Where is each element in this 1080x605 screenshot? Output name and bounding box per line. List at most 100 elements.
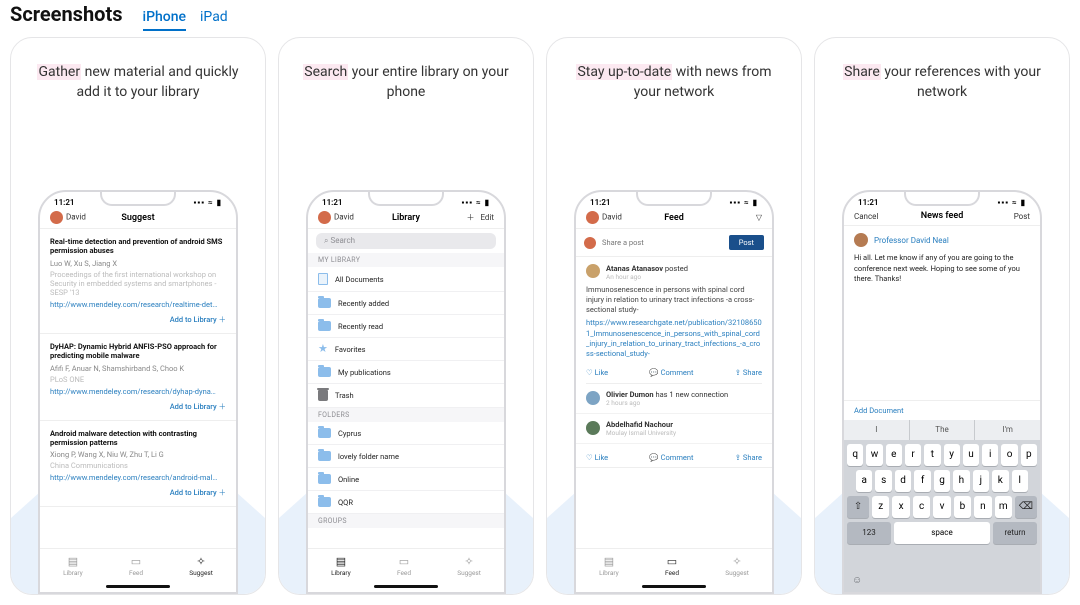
key[interactable]: k	[992, 470, 1008, 492]
key[interactable]: g	[934, 470, 950, 492]
feed-link[interactable]: https://www.researchgate.net/publication…	[586, 318, 762, 359]
library-row-trash[interactable]: Trash	[308, 384, 504, 408]
suggest-item[interactable]: DyHAP: Dynamic Hybrid ANFIS-PSO approach…	[40, 334, 236, 421]
key[interactable]: v	[933, 496, 950, 518]
feed-item[interactable]: Atanas Atanasov posted An hour ago Immun…	[576, 257, 772, 384]
key[interactable]: j	[973, 470, 989, 492]
post-button[interactable]: Post	[990, 212, 1030, 221]
like-button[interactable]: ♡ Like	[586, 368, 608, 377]
tab-library[interactable]: ▤Library	[331, 555, 351, 592]
add-to-library-button[interactable]: Add to Library ＋	[50, 314, 226, 325]
folder-row[interactable]: Cyprus	[308, 422, 504, 445]
folder-icon	[318, 428, 331, 438]
add-button[interactable]: ＋	[466, 213, 474, 222]
suggest-item[interactable]: Real-time detection and prevention of an…	[40, 229, 236, 334]
share-post-input[interactable]	[602, 238, 723, 247]
tab-library[interactable]: ▤Library	[63, 555, 83, 592]
feed-avatar	[586, 264, 600, 278]
like-button[interactable]: ♡ Like	[586, 453, 608, 462]
tab-suggest[interactable]: ✧Suggest	[725, 555, 749, 592]
filter-icon[interactable]: ▽	[722, 213, 762, 222]
add-document-button[interactable]: Add Document	[844, 400, 1040, 420]
phone-mock-3: 11:21▪▪▪ ≈ ▮ David Feed ▽ Post	[574, 190, 774, 594]
comment-button[interactable]: 💬 Comment	[649, 453, 693, 462]
key[interactable]: a	[856, 470, 872, 492]
section-title: Screenshots	[10, 2, 123, 26]
caption-4: Share your references with your network	[815, 38, 1069, 113]
key[interactable]: n	[974, 496, 991, 518]
key[interactable]: r	[905, 444, 921, 466]
key[interactable]: b	[954, 496, 971, 518]
cancel-button[interactable]: Cancel	[854, 212, 894, 221]
comment-button[interactable]: 💬 Comment	[649, 368, 693, 377]
key-123[interactable]: 123	[847, 522, 891, 544]
feed-icon: ▭	[129, 555, 143, 568]
nav-user[interactable]: David	[50, 211, 90, 224]
key[interactable]: z	[872, 496, 889, 518]
key[interactable]: h	[953, 470, 969, 492]
add-to-library-button[interactable]: Add to Library ＋	[50, 401, 226, 412]
key[interactable]: e	[886, 444, 902, 466]
folder-row[interactable]: lovely folder name	[308, 445, 504, 468]
nav-user[interactable]: David	[318, 211, 358, 224]
key[interactable]: t	[924, 444, 940, 466]
key[interactable]: l	[1012, 470, 1028, 492]
screenshot-card-4[interactable]: Share your references with your network …	[814, 37, 1070, 595]
key[interactable]: i	[982, 444, 998, 466]
folder-row[interactable]: QQR	[308, 491, 504, 514]
suggest-item[interactable]: Android malware detection with contrasti…	[40, 421, 236, 508]
key[interactable]: u	[963, 444, 979, 466]
caption-2: Search your entire library on your phone	[279, 38, 533, 113]
key[interactable]: d	[895, 470, 911, 492]
tab-suggest[interactable]: ✧Suggest	[189, 555, 213, 592]
key[interactable]: m	[995, 496, 1012, 518]
key[interactable]: c	[913, 496, 930, 518]
emoji-icon[interactable]: ☺	[852, 575, 862, 586]
key[interactable]: x	[892, 496, 909, 518]
share-button[interactable]: ⇪ Share	[735, 453, 762, 462]
key[interactable]: f	[914, 470, 930, 492]
folder-icon	[318, 497, 331, 507]
share-button[interactable]: ⇪ Share	[735, 368, 762, 377]
feed-avatar	[586, 421, 600, 435]
key-return[interactable]: return	[993, 522, 1037, 544]
folder-icon	[318, 451, 331, 461]
key[interactable]: s	[875, 470, 891, 492]
library-row-all-documents[interactable]: All Documents	[308, 267, 504, 292]
search-input[interactable]: ⌕ Search	[316, 233, 496, 249]
screenshot-card-3[interactable]: Stay up-to-date with news from your netw…	[546, 37, 802, 595]
keyboard-suggestion[interactable]: The	[910, 420, 976, 440]
key[interactable]: o	[1001, 444, 1017, 466]
folder-row[interactable]: Online	[308, 468, 504, 491]
compose-textarea[interactable]: Hi all. Let me know if any of you are go…	[854, 253, 1030, 285]
key[interactable]: q	[847, 444, 863, 466]
tab-suggest[interactable]: ✧Suggest	[457, 555, 481, 592]
feed-sub-item[interactable]: Abdelhafid Nachour Moulay Ismail Univers…	[576, 414, 772, 444]
library-row-favorites[interactable]: ★Favorites	[308, 338, 504, 361]
key-shift[interactable]: ⇧	[847, 496, 869, 518]
key[interactable]: w	[866, 444, 882, 466]
keyboard-suggestion[interactable]: I'm	[975, 420, 1040, 440]
section-groups: GROUPS	[308, 514, 504, 528]
edit-button[interactable]: Edit	[480, 213, 494, 222]
nav-user[interactable]: David	[586, 211, 626, 224]
tab-iphone[interactable]: iPhone	[143, 9, 187, 31]
post-button[interactable]: Post	[729, 235, 764, 250]
key-space[interactable]: space	[894, 522, 990, 544]
tab-library[interactable]: ▤Library	[599, 555, 619, 592]
key[interactable]: p	[1021, 444, 1037, 466]
suggest-icon: ✧	[457, 555, 481, 568]
keyboard-suggestion[interactable]: I	[844, 420, 910, 440]
phone-mock-4: 11:21▪▪▪ ≈ ▮ Cancel News feed Post Profe…	[842, 190, 1042, 594]
tab-ipad[interactable]: iPad	[200, 9, 228, 31]
add-to-library-button[interactable]: Add to Library ＋	[50, 487, 226, 498]
feed-sub-item[interactable]: Olivier Dumon has 1 new connection 2 hou…	[576, 384, 772, 414]
library-row-recently-read[interactable]: Recently read	[308, 315, 504, 338]
library-row-my-publications[interactable]: My publications	[308, 361, 504, 384]
folder-icon	[318, 321, 331, 331]
key-backspace[interactable]: ⌫	[1015, 496, 1037, 518]
screenshot-card-1[interactable]: Gather new material and quickly add it t…	[10, 37, 266, 595]
screenshot-card-2[interactable]: Search your entire library on your phone…	[278, 37, 534, 595]
library-row-recently-added[interactable]: Recently added	[308, 292, 504, 315]
key[interactable]: y	[944, 444, 960, 466]
